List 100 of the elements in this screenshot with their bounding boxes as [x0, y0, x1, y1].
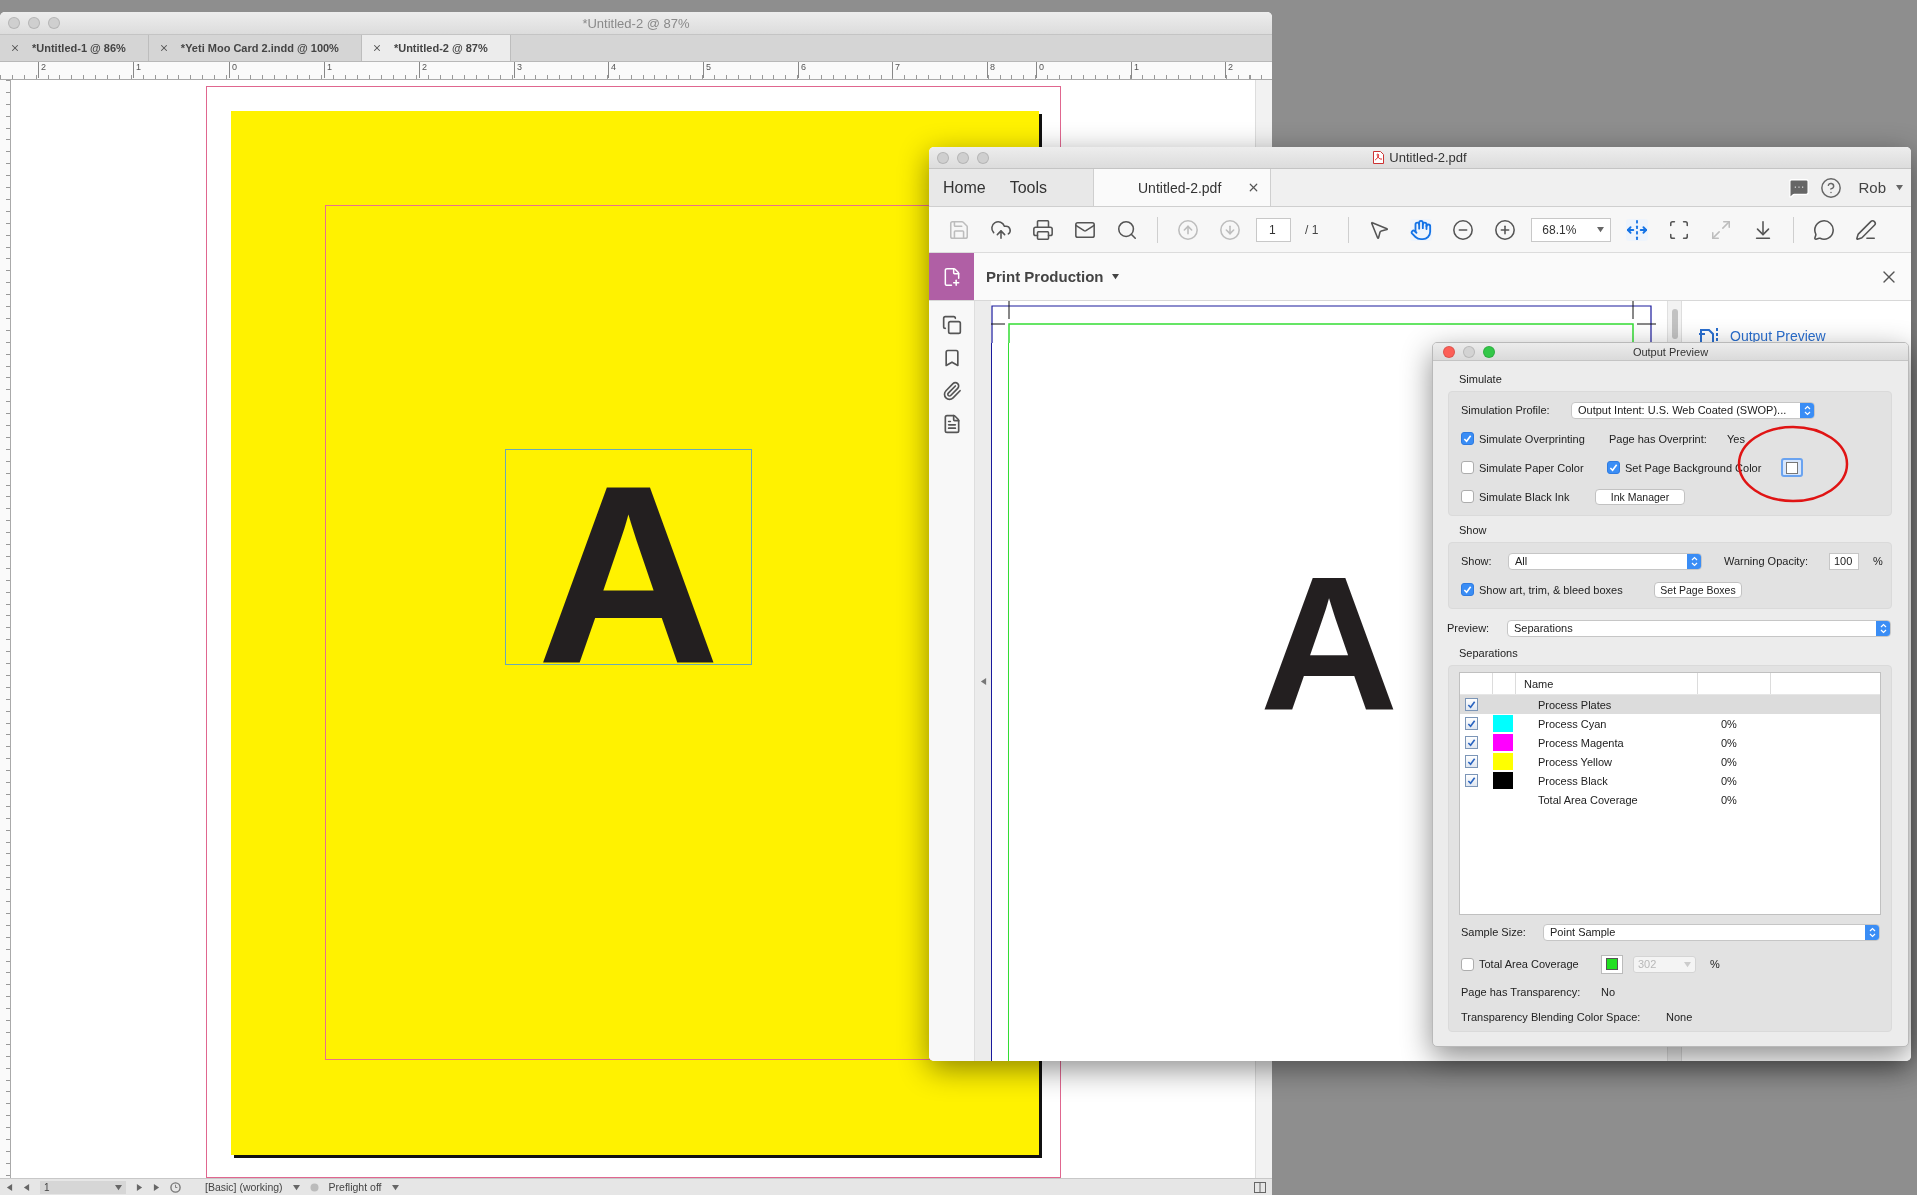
output-preview-link[interactable]: Output Preview	[1698, 326, 1826, 346]
status-dot-icon	[309, 1182, 319, 1192]
separation-name: Process Cyan	[1538, 717, 1607, 730]
first-page-icon[interactable]	[6, 1183, 13, 1191]
zoom-field[interactable]: 68.1%	[1531, 217, 1612, 242]
pen-icon[interactable]	[1855, 218, 1878, 241]
document-tab[interactable]: *Untitled-2 @ 87%	[361, 35, 511, 61]
checkbox-label[interactable]: Total Area Coverage	[1479, 958, 1579, 970]
caret-icon[interactable]	[1896, 184, 1903, 191]
section-label: Show	[1458, 524, 1488, 538]
window-title: Untitled-2.pdf	[1389, 150, 1467, 165]
clock-icon[interactable]	[170, 1181, 181, 1193]
checkbox[interactable]	[1465, 736, 1478, 749]
stepper-icon	[1879, 622, 1887, 634]
preflight-profile[interactable]: [Basic] (working)	[205, 1181, 283, 1193]
checkbox[interactable]	[1461, 957, 1474, 971]
page-count: / 1	[1305, 222, 1319, 237]
checkbox[interactable]	[1461, 461, 1474, 474]
show-select[interactable]: All	[1508, 552, 1702, 570]
separation-name: Total Area Coverage	[1538, 793, 1638, 806]
field-label: Page has Transparency:	[1461, 986, 1581, 998]
previous-page-icon[interactable]	[23, 1183, 30, 1191]
checkbox[interactable]	[1465, 698, 1478, 711]
zoom-in-icon[interactable]	[1494, 218, 1517, 241]
comment-icon[interactable]	[1813, 218, 1836, 241]
color-swatch[interactable]	[1781, 458, 1803, 477]
caret-icon[interactable]	[1597, 226, 1605, 233]
field-value: Yes	[1727, 432, 1745, 445]
checkbox[interactable]	[1461, 490, 1474, 503]
page-number-field[interactable]: 1	[40, 1180, 126, 1194]
color-swatch[interactable]	[1601, 954, 1623, 974]
close-icon[interactable]	[371, 43, 382, 53]
text-frame[interactable]: A	[505, 449, 752, 665]
stepper-icon	[1803, 404, 1811, 416]
separation-row[interactable]: Process Plates	[1460, 695, 1880, 714]
ruler-label: 1	[1131, 62, 1139, 78]
checkbox-label[interactable]: Show art, trim, & bleed boxes	[1479, 583, 1623, 596]
ruler-label: 6	[798, 62, 806, 78]
close-icon[interactable]	[158, 43, 169, 53]
caret-icon[interactable]	[115, 1183, 122, 1191]
checkbox-label[interactable]: Simulate Paper Color	[1479, 461, 1584, 474]
separation-name: Process Magenta	[1538, 736, 1624, 749]
separation-name: Process Plates	[1538, 698, 1612, 711]
search-icon[interactable]	[1116, 218, 1138, 241]
ruler-label: 8	[987, 62, 995, 78]
checkbox-label[interactable]: Simulate Overprinting	[1479, 432, 1585, 445]
ruler-label: 0	[1036, 62, 1044, 78]
user-name[interactable]: Rob	[1858, 179, 1886, 196]
checkbox[interactable]	[1461, 583, 1474, 596]
pdf-file-icon	[1373, 151, 1385, 164]
nav-tab[interactable]: Tools	[1001, 174, 1056, 201]
nav-tab[interactable]: Home	[935, 174, 994, 201]
separation-name: Process Black	[1538, 774, 1608, 787]
checkbox[interactable]	[1465, 774, 1478, 787]
profile-select[interactable]: Output Intent: U.S. Web Coated (SWOP)...	[1571, 401, 1815, 419]
tool-panel-title[interactable]: Print Production	[986, 268, 1104, 285]
document-tab[interactable]: Untitled-2.pdf	[1093, 169, 1271, 206]
set-page-boxes-button[interactable]: Set Page Boxes	[1654, 581, 1742, 598]
field-label: Preview:	[1447, 622, 1490, 634]
checkbox[interactable]	[1465, 717, 1478, 730]
coverage-value: 0%	[1721, 774, 1737, 787]
printer-icon[interactable]	[1032, 218, 1054, 241]
checkbox-label[interactable]: Simulate Black Ink	[1479, 490, 1570, 503]
coverage-value: 0%	[1721, 755, 1737, 768]
preflight-status[interactable]: Preflight off	[328, 1181, 382, 1193]
caret-icon[interactable]	[1111, 273, 1119, 280]
checkbox[interactable]	[1465, 755, 1478, 768]
page-letter: A	[1259, 536, 1399, 751]
caret-icon[interactable]	[292, 1183, 300, 1191]
unit-label: %	[1873, 555, 1883, 567]
hand-icon[interactable]	[1410, 218, 1433, 241]
coverage-value: 0%	[1721, 736, 1737, 749]
fit-page-icon[interactable]	[1668, 218, 1691, 241]
checkbox[interactable]	[1461, 432, 1474, 445]
close-icon[interactable]	[1247, 181, 1260, 194]
opacity-field[interactable]: 100	[1829, 552, 1859, 570]
chat-icon[interactable]	[1788, 176, 1811, 199]
ink-manager-button[interactable]: Ink Manager	[1595, 488, 1685, 505]
collapse-icon[interactable]	[979, 677, 987, 685]
column-header[interactable]: Name	[1524, 677, 1554, 690]
close-light[interactable]	[1443, 345, 1455, 358]
close-icon[interactable]	[10, 43, 20, 53]
page-number-field[interactable]: 1	[1256, 217, 1291, 242]
checkbox[interactable]	[1607, 461, 1620, 474]
preview-select[interactable]: Separations	[1507, 619, 1891, 637]
field-label: Warning Opacity:	[1724, 555, 1808, 567]
pages-icon[interactable]	[941, 315, 962, 335]
next-page-icon[interactable]	[136, 1183, 143, 1191]
fit-width-icon[interactable]	[1626, 218, 1649, 241]
help-icon[interactable]	[1820, 176, 1843, 199]
caret-icon[interactable]	[391, 1183, 399, 1191]
paperclip-icon[interactable]	[941, 381, 962, 401]
last-page-icon[interactable]	[153, 1183, 160, 1191]
zoom-out-icon[interactable]	[1452, 218, 1475, 241]
section-label: Simulate	[1458, 373, 1503, 387]
sample-size-select[interactable]: Point Sample	[1543, 923, 1880, 941]
cloud-upload-icon[interactable]	[990, 218, 1012, 241]
panel-icon[interactable]	[1254, 1181, 1266, 1193]
tool-tile[interactable]	[929, 253, 974, 300]
ruler-label: 1	[324, 62, 332, 78]
